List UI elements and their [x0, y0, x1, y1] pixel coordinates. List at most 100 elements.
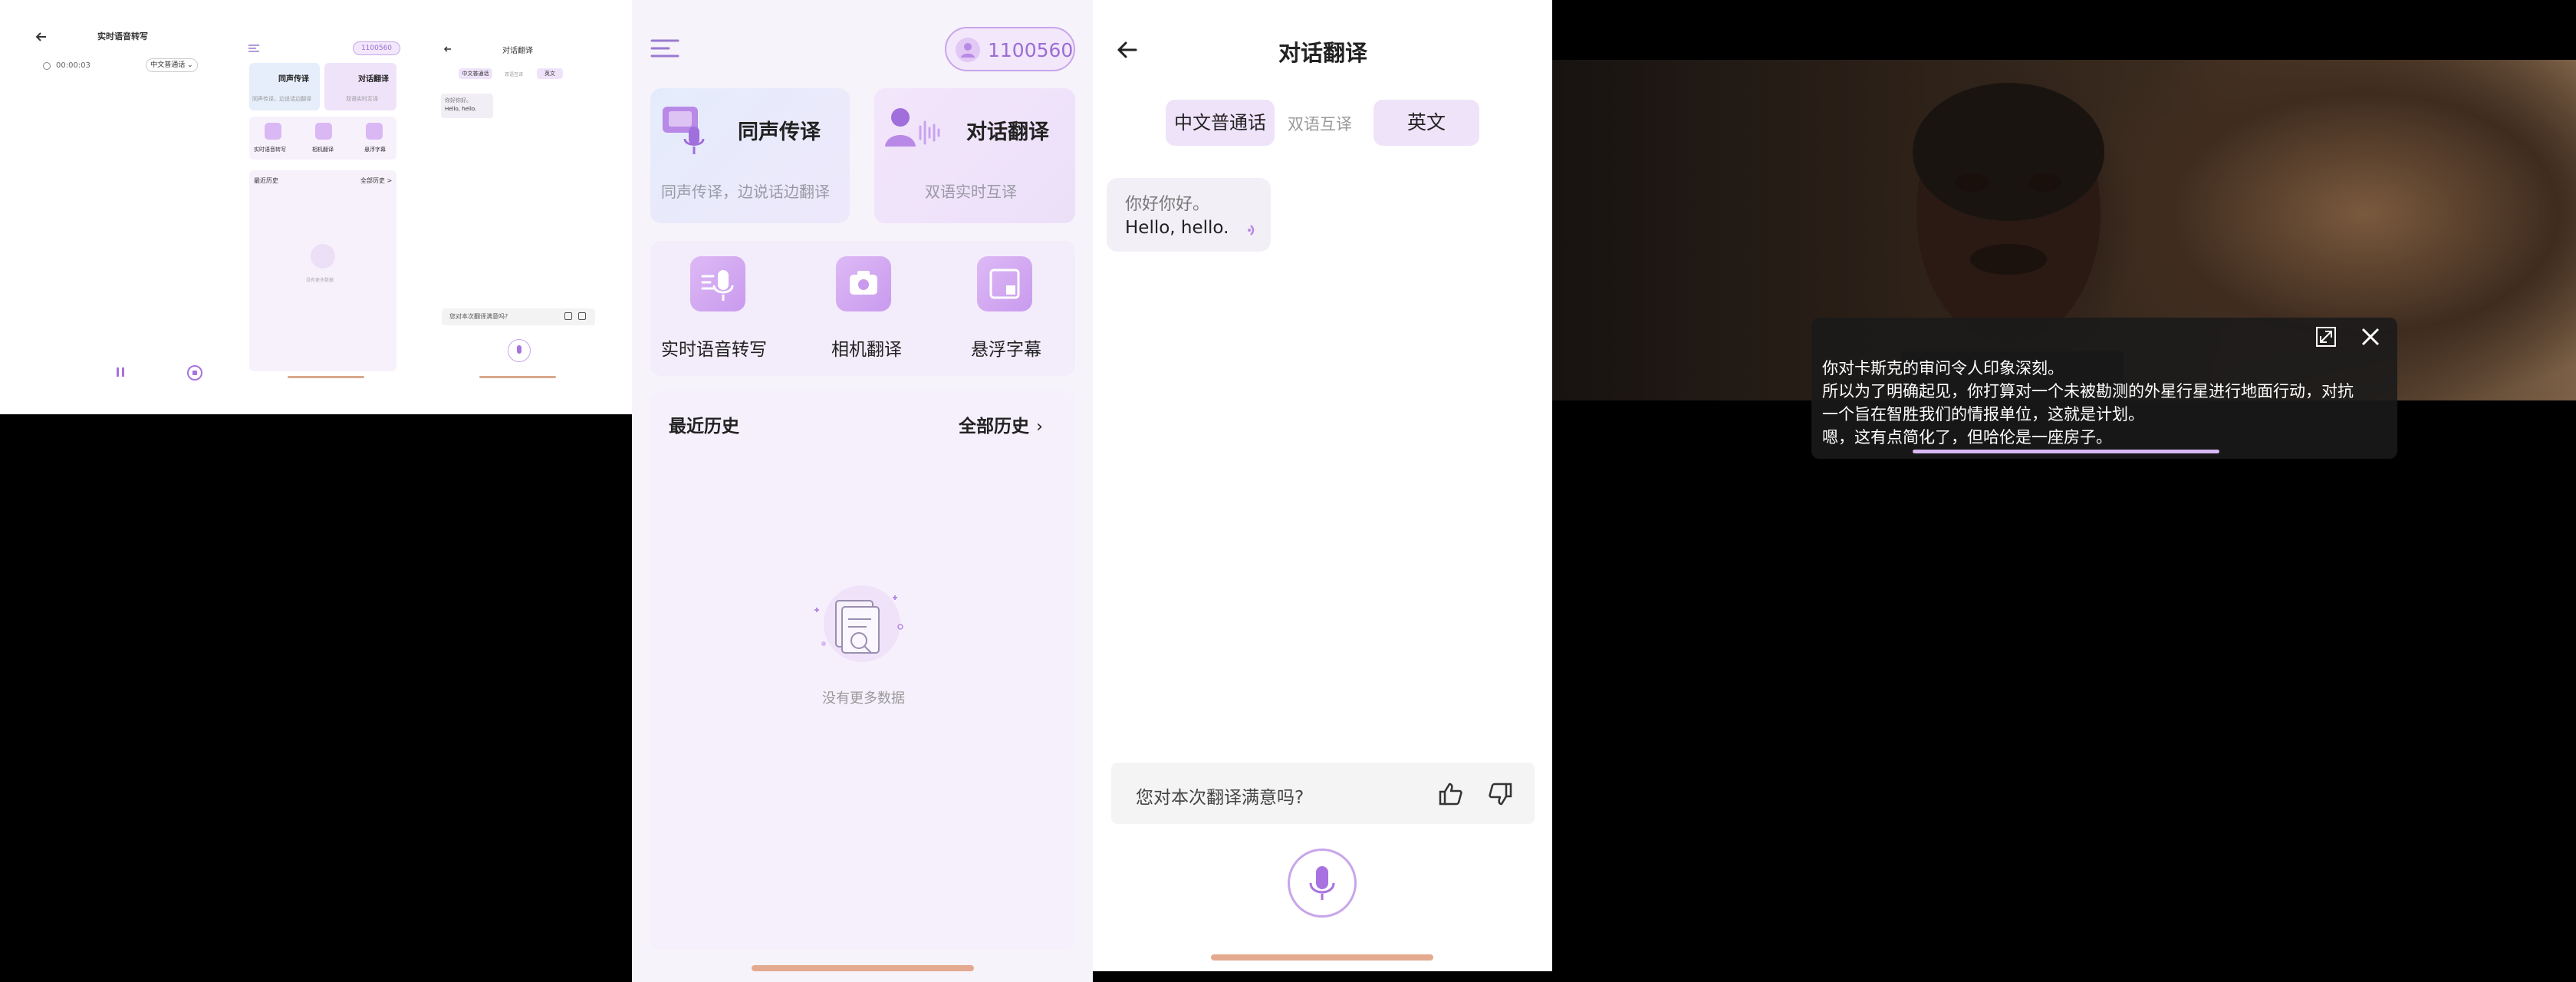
message-source: 你好你好。: [1125, 195, 1210, 214]
thumb-tools-card: 实时语音转写 相机翻译 悬浮字幕: [249, 117, 396, 160]
thumb-transcribe-screen: 实时语音转写 00:00:03 中文普通话 ⌄: [0, 0, 230, 414]
thumb-dialog-title: 对话翻译: [502, 47, 533, 55]
thumb-history-card: 最近历史 全部历史 > 没有更多数据: [249, 170, 396, 371]
realtime-transcribe-icon: [690, 256, 745, 311]
thumbs-up-icon[interactable]: [1438, 781, 1464, 807]
card-simultaneous-subtitle: 同声传译，边说话边翻译: [661, 183, 830, 201]
thumb-user-id: 1100560: [360, 44, 393, 52]
history-all-link[interactable]: 全部历史 ›: [959, 411, 1043, 437]
user-badge[interactable]: 1100560: [945, 27, 1075, 71]
subtitle-line-4: 嗯，这有点简化了，但哈伦是一座房子。: [1822, 428, 2112, 447]
menu-icon[interactable]: [248, 44, 259, 52]
speaker-icon[interactable]: [1248, 222, 1260, 238]
mic-button[interactable]: [1288, 849, 1357, 918]
tool-camera-translate-label: 相机翻译: [831, 340, 902, 360]
thumb-tool3-label: 悬浮字幕: [364, 147, 386, 153]
tool-floating-subtitle-label: 悬浮字幕: [971, 340, 1041, 360]
dialog-title: 对话翻译: [1278, 40, 1367, 66]
subtitle-line-3: 一个旨在智胜我们的情报单位，这就是计划。: [1822, 405, 2144, 423]
tool-realtime-transcribe-label: 实时语音转写: [661, 340, 767, 360]
user-avatar-icon: [956, 38, 980, 62]
stop-icon[interactable]: [187, 365, 202, 381]
lang-left-tab[interactable]: 中文普通话: [1166, 100, 1275, 146]
card-simultaneous-title: 同声传译: [738, 120, 821, 144]
feedback-bar: 您对本次翻译满意吗?: [1111, 763, 1535, 824]
thumb-dialog-screen: 对话翻译 中文普通话 双语互译 英文 你好你好。 Hello, hello. 您…: [437, 0, 598, 414]
empty-history-icon: [802, 579, 917, 679]
empty-history-text: 没有更多数据: [822, 690, 905, 707]
subtitle-drag-handle[interactable]: [1913, 450, 2219, 453]
tool-camera-translate[interactable]: 相机翻译: [804, 253, 926, 368]
home-screen: 1100560 同声传译 同声传译，边说话边翻译 对话翻译 双语实时互译 实时语…: [632, 0, 1093, 982]
tool-floating-subtitle[interactable]: 悬浮字幕: [945, 253, 1068, 368]
pause-icon[interactable]: [115, 367, 126, 377]
card-dialog-title: 对话翻译: [966, 120, 1049, 144]
menu-icon[interactable]: [650, 38, 679, 58]
card-dialog-translation[interactable]: 对话翻译 双语实时互译: [874, 88, 1075, 223]
dialog-translation-screen: 对话翻译 中文普通话 双语互译 英文 你好你好。 Hello, hello. 您…: [1093, 0, 1552, 971]
thumb-home-indicator: [288, 376, 364, 378]
camera-icon: [836, 256, 891, 311]
simultaneous-icon: [660, 104, 715, 157]
subtitle-line-1: 你对卡斯克的审问令人印象深刻。: [1822, 359, 2064, 377]
thumb-tool3-icon[interactable]: [366, 123, 383, 140]
message-bubble: 你好你好。 Hello, hello.: [1107, 178, 1271, 252]
thumb-tool1-icon[interactable]: [265, 123, 281, 140]
thumb-tool2-label: 相机翻译: [312, 147, 334, 153]
floating-subtitle-icon: [977, 256, 1032, 311]
thumb-card2-sub: 双语实时互译: [346, 96, 378, 102]
thumb-mode[interactable]: 双语互译: [505, 71, 523, 77]
thumb-dialog-home-indicator: [479, 376, 556, 378]
thumbs-down-icon[interactable]: [1487, 781, 1513, 807]
card-simultaneous-interpretation[interactable]: 同声传译 同声传译，边说话边翻译: [650, 88, 850, 223]
subtitle-line-2: 所以为了明确起见，你打算对一个未被勘测的外星行星进行地面行动，对抗: [1822, 382, 2354, 400]
thumbnail-strip: 实时语音转写 00:00:03 中文普通话 ⌄ 1100560 同声传译 同声传…: [0, 0, 632, 414]
thumb-history-all[interactable]: 全部历史 >: [360, 176, 392, 185]
history-title: 最近历史: [669, 417, 739, 437]
thumb-lang-left[interactable]: 中文普通话: [459, 68, 492, 79]
thumb-mic-button[interactable]: [508, 339, 531, 362]
feedback-text: 您对本次翻译满意吗?: [1136, 788, 1304, 808]
thumb-home-screen: 1100560 同声传译 同声传译，边说话边翻译 对话翻译 双语实时互译 实时语…: [242, 0, 403, 414]
thumb-feedback-bar: 您对本次翻译满意吗?: [442, 308, 595, 325]
floating-subtitle-window[interactable]: 你对卡斯克的审问令人印象深刻。 所以为了明确起见，你打算对一个未被勘测的外星行星…: [1811, 318, 2397, 459]
tools-card: 实时语音转写 相机翻译 悬浮字幕: [650, 241, 1075, 376]
thumb-card1-sub: 同声传译，边说话边翻译: [252, 96, 311, 102]
dialog-home-indicator: [1211, 954, 1433, 961]
thumb-feedback-text: 您对本次翻译满意吗?: [449, 313, 508, 320]
mode-toggle[interactable]: 双语互译: [1288, 112, 1352, 135]
mic-small-icon: [43, 62, 51, 70]
thumb-msg-en: Hello, hello.: [445, 106, 477, 112]
history-card: 最近历史 全部历史 › 没有更多数据: [650, 391, 1075, 950]
thumb-card-simultaneous[interactable]: 同声传译 同声传译，边说话边翻译: [249, 63, 320, 110]
dialog-person-icon: [882, 104, 943, 157]
lang-right-tab[interactable]: 英文: [1374, 100, 1479, 146]
back-icon[interactable]: [1114, 37, 1140, 63]
thumb-timer: 00:00:03: [56, 61, 90, 70]
thumb-user-badge[interactable]: 1100560: [353, 41, 400, 55]
thumb-card-dialog[interactable]: 对话翻译 双语实时互译: [324, 63, 396, 110]
thumb-lang-right[interactable]: 英文: [537, 68, 563, 79]
thumb-tool2-icon[interactable]: [315, 123, 332, 140]
expand-icon[interactable]: [2314, 325, 2337, 348]
user-id: 1100560: [988, 39, 1074, 61]
thumb-lang-label: 中文普通话: [150, 61, 186, 69]
thumb-thumbs-down-icon[interactable]: [578, 312, 586, 320]
thumb-tool1-label: 实时语音转写: [254, 147, 286, 153]
thumb-empty-icon: [311, 244, 335, 269]
history-all-label: 全部历史: [959, 417, 1029, 437]
thumb-transcribe-title: 实时语音转写: [97, 31, 148, 41]
close-icon[interactable]: [2359, 325, 2382, 348]
thumb-lang-select[interactable]: 中文普通话 ⌄: [146, 58, 198, 72]
thumb-message-bubble: 你好你好。 Hello, hello.: [441, 94, 493, 118]
back-icon[interactable]: [34, 29, 49, 44]
home-indicator: [752, 965, 974, 971]
thumb-empty-text: 没有更多数据: [306, 278, 334, 283]
thumb-thumbs-up-icon[interactable]: [564, 312, 572, 320]
thumb-history-title: 最近历史: [254, 177, 278, 184]
tool-realtime-transcribe[interactable]: 实时语音转写: [658, 253, 781, 368]
thumb-msg-zh: 你好你好。: [445, 97, 472, 104]
thumb-card2-title: 对话翻译: [358, 75, 389, 84]
card-dialog-subtitle: 双语实时互译: [925, 183, 1017, 201]
back-icon-small[interactable]: [443, 44, 452, 54]
